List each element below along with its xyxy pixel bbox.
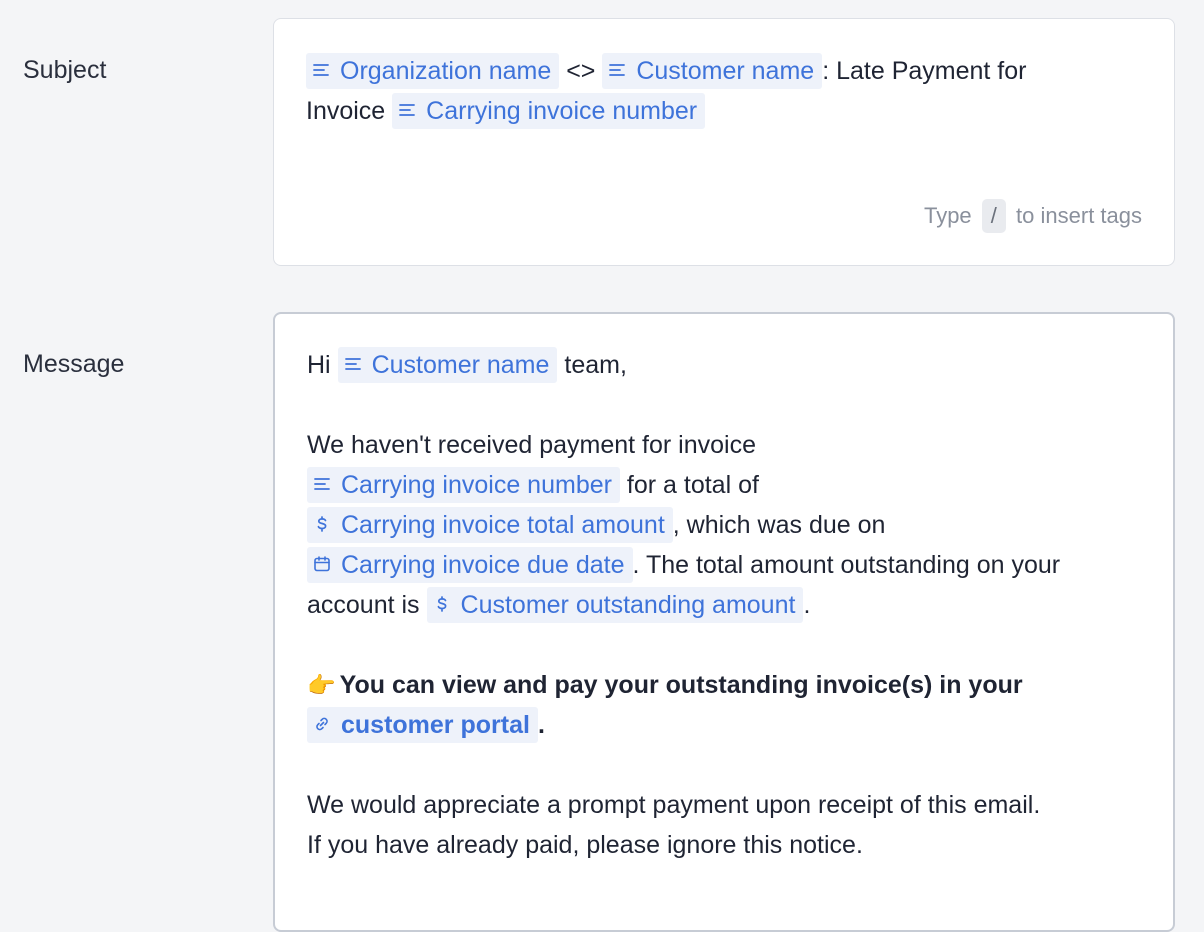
message-p1-line-3: Carrying invoice total amount, which was… bbox=[307, 505, 1145, 545]
tag-customer-name[interactable]: Customer name bbox=[337, 347, 558, 383]
text-lines-icon bbox=[608, 62, 628, 78]
message-p1-line-5: account is Customer outstanding amount. bbox=[307, 585, 1145, 625]
message-p1-line-4: Carrying invoice due date. The total amo… bbox=[307, 545, 1145, 585]
subject-label: Subject bbox=[23, 56, 107, 84]
dollar-icon bbox=[313, 515, 333, 533]
message-p1-line-1: We haven't received payment for invoice bbox=[307, 431, 756, 459]
bold-period: . bbox=[537, 711, 545, 739]
account-is-text: account is bbox=[307, 591, 420, 619]
subject-line-1: Organization name <> Customer name: Late… bbox=[306, 51, 1146, 91]
bold-line-text: You can view and pay your outstanding in… bbox=[339, 671, 1023, 699]
message-greeting-line: Hi Customer name team, bbox=[307, 345, 1145, 385]
tag-customer-portal-link[interactable]: customer portal bbox=[307, 707, 538, 743]
hint-suffix: to insert tags bbox=[1016, 203, 1142, 228]
period-text: . bbox=[803, 591, 811, 619]
message-label: Message bbox=[23, 350, 125, 378]
subject-editor[interactable]: Organization name <> Customer name: Late… bbox=[273, 18, 1175, 266]
message-p3-line-1: We would appreciate a prompt payment upo… bbox=[307, 791, 1041, 819]
tag-total-amount[interactable]: Carrying invoice total amount bbox=[307, 507, 673, 543]
insert-tags-hint: Type / to insert tags bbox=[924, 199, 1142, 233]
tag-invoice-number[interactable]: Carrying invoice number bbox=[307, 467, 620, 503]
dollar-icon bbox=[433, 595, 453, 613]
slash-key: / bbox=[981, 199, 1006, 233]
text-lines-icon bbox=[312, 62, 332, 78]
message-editor[interactable]: Hi Customer name team, We haven't receiv… bbox=[273, 312, 1175, 932]
subject-late-payment-text: : Late Payment for bbox=[822, 57, 1027, 85]
calendar-icon bbox=[313, 555, 333, 573]
hint-prefix: Type bbox=[923, 203, 972, 228]
subject-line-2: Invoice Carrying invoice number bbox=[306, 91, 1146, 131]
link-icon bbox=[313, 715, 333, 733]
message-portal-line: customer portal. bbox=[307, 705, 1145, 745]
for-total-text: for a total of bbox=[626, 471, 759, 499]
text-lines-icon bbox=[398, 102, 418, 118]
text-lines-icon bbox=[344, 356, 364, 372]
subject-separator: <> bbox=[566, 57, 596, 85]
message-p1-line-2: Carrying invoice number for a total of bbox=[307, 465, 1145, 505]
tag-organization-name[interactable]: Organization name bbox=[306, 53, 560, 89]
text-lines-icon bbox=[313, 476, 333, 492]
greeting-hi: Hi bbox=[307, 351, 331, 379]
tag-invoice-number[interactable]: Carrying invoice number bbox=[392, 93, 706, 129]
outstanding-text: . The total amount outstanding on your bbox=[632, 551, 1061, 579]
tag-customer-name[interactable]: Customer name bbox=[602, 53, 823, 89]
subject-invoice-text: Invoice bbox=[306, 97, 386, 125]
due-on-text: , which was due on bbox=[672, 511, 886, 539]
message-bold-line: 👉 You can view and pay your outstanding i… bbox=[307, 665, 1145, 705]
pointing-hand-icon: 👉 bbox=[307, 672, 336, 698]
tag-outstanding-amount[interactable]: Customer outstanding amount bbox=[426, 587, 804, 623]
tag-due-date[interactable]: Carrying invoice due date bbox=[307, 547, 633, 583]
greeting-team: team, bbox=[564, 351, 627, 379]
message-p3-line-2: If you have already paid, please ignore … bbox=[307, 831, 863, 859]
